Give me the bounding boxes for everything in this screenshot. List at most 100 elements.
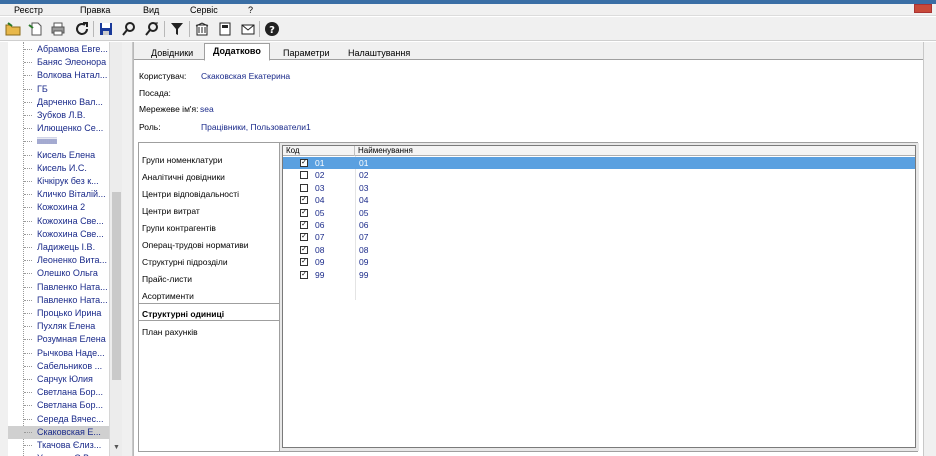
user-list-item[interactable]: Светлана Бор...	[8, 399, 109, 412]
user-list-item[interactable]: Середа Вячес...	[8, 413, 109, 426]
user-list-item[interactable]: Унтилов С.В.	[8, 452, 109, 456]
units-grid: Код Найменування ✓ 01 01 02 02 03 03 ✓ 04 04 ✓ 05 05…	[282, 145, 916, 448]
menu-help[interactable]: ?	[248, 5, 253, 15]
tree-connector	[24, 49, 32, 50]
document-icon[interactable]	[216, 20, 234, 38]
menu-edit[interactable]: Правка	[80, 5, 110, 15]
user-list-item[interactable]: Павленко Ната...	[8, 281, 109, 294]
user-list-item[interactable]: Сабельников ...	[8, 360, 109, 373]
category-item[interactable]: Групи номенклатури	[142, 155, 222, 165]
column-header-code[interactable]: Код	[283, 146, 355, 156]
user-list-item[interactable]: Олешко Ольга	[8, 267, 109, 280]
user-list-item[interactable]: Ткачова Єлиз...	[8, 439, 109, 452]
tree-connector	[24, 101, 32, 103]
row-checkbox[interactable]	[300, 171, 308, 180]
user-name: Кисель И.С.	[37, 162, 87, 173]
user-list-item[interactable]: Светлана Бор...	[8, 386, 109, 399]
tab-settings[interactable]: Налаштування	[339, 45, 419, 60]
user-list-item[interactable]: Дарченко Вал...	[8, 96, 109, 109]
user-list-item[interactable]: Сарчук Юлия	[8, 373, 109, 386]
user-list-item[interactable]: Илющенко Се...	[8, 122, 109, 135]
user-list-item[interactable]: Процько Ирина	[8, 307, 109, 320]
user-name: Волкова Натал...	[37, 70, 108, 81]
row-checkbox[interactable]: ✓	[300, 258, 308, 267]
grid-row[interactable]: ✓ 08 08	[283, 244, 915, 256]
user-list-item[interactable]: Леоненко Вита...	[8, 254, 109, 267]
grid-row[interactable]: ✓ 05 05	[283, 207, 915, 219]
user-list-item[interactable]: Абрамова Евге...	[8, 43, 109, 56]
grid-row[interactable]: ✓ 09 09	[283, 256, 915, 268]
tab-additional[interactable]: Додатково	[204, 43, 270, 61]
menu-registry[interactable]: Реєстр	[14, 5, 43, 15]
user-list-item[interactable]: Баняс Элеонора	[8, 56, 109, 69]
grid-row[interactable]: ✓ 06 06	[283, 219, 915, 231]
user-list-item[interactable]: Кличко Віталій...	[8, 188, 109, 201]
user-name: Розумная Елена	[37, 334, 106, 345]
save-icon[interactable]	[97, 20, 115, 38]
help-icon[interactable]: ?	[263, 20, 281, 38]
filter-icon[interactable]	[168, 20, 186, 38]
user-list-item[interactable]: Кожохина 2	[8, 201, 109, 214]
search-icon[interactable]	[120, 20, 138, 38]
close-window-button[interactable]	[914, 4, 932, 13]
user-name: Сабельников ...	[37, 360, 103, 371]
category-item[interactable]: Асортименти	[142, 291, 194, 301]
row-checkbox[interactable]: ✓	[300, 208, 308, 217]
tree-connector	[24, 392, 32, 394]
row-checkbox[interactable]	[300, 183, 308, 192]
category-item[interactable]: Операц-трудові нормативи	[142, 240, 248, 250]
print-icon[interactable]	[49, 20, 67, 38]
tab-directories[interactable]: Довідники	[142, 45, 202, 60]
row-checkbox[interactable]: ✓	[300, 196, 308, 205]
building-icon[interactable]	[193, 20, 211, 38]
column-header-name[interactable]: Найменування	[355, 146, 915, 156]
user-list-item[interactable]: Кічкірук без к...	[8, 175, 109, 188]
user-list-item[interactable]: Розумная Елена	[8, 333, 109, 346]
row-checkbox[interactable]: ✓	[300, 270, 308, 279]
category-item[interactable]: Центри витрат	[142, 206, 200, 216]
grid-row[interactable]: ✓ 99 99	[283, 269, 915, 281]
row-checkbox[interactable]: ✓	[300, 221, 308, 229]
user-list-item[interactable]: Павленко Ната...	[8, 294, 109, 307]
grid-row[interactable]: 03 03	[283, 182, 915, 194]
user-name: Илющенко Се...	[37, 123, 104, 134]
grid-row[interactable]: ✓ 07 07	[283, 231, 915, 243]
user-list-item[interactable]: Ладижець І.В.	[8, 241, 109, 254]
row-checkbox[interactable]: ✓	[300, 159, 308, 167]
user-list-item[interactable]: Кожохина Све...	[8, 215, 109, 228]
user-list-scrollbar[interactable]: ▼	[109, 42, 122, 456]
tab-parameters[interactable]: Параметри	[274, 45, 339, 60]
category-item[interactable]: Структурні підрозділи	[142, 257, 228, 267]
row-checkbox[interactable]: ✓	[300, 245, 308, 254]
grid-row[interactable]: ✓ 04 04	[283, 194, 915, 206]
category-item[interactable]: Структурні одиниці	[142, 309, 224, 319]
search-next-icon[interactable]	[143, 20, 161, 38]
category-item[interactable]: Прайс-листи	[142, 274, 192, 284]
user-list-item[interactable]: ГБ	[8, 83, 109, 96]
user-list-item[interactable]: Зубков Л.В.	[8, 109, 109, 122]
grid-row[interactable]: ✓ 01 01	[283, 157, 915, 169]
user-list-item[interactable]: Скаковская Е...	[8, 425, 109, 439]
category-item[interactable]: Центри відповідальності	[142, 189, 239, 199]
user-list-item[interactable]: Рычкова Наде...	[8, 347, 109, 360]
user-list-item[interactable]: Кисель И.С.	[8, 162, 109, 175]
new-document-icon[interactable]	[27, 20, 45, 38]
mail-icon[interactable]	[239, 20, 257, 38]
toolbar-separator	[189, 21, 190, 37]
open-folder-icon[interactable]	[4, 20, 22, 38]
menu-service[interactable]: Сервіс	[190, 5, 218, 15]
user-list-item[interactable]: Волкова Натал...	[8, 69, 109, 82]
user-list-item[interactable]: iiiiiiiiii	[8, 135, 109, 148]
user-list-item[interactable]: Кисель Елена	[8, 149, 109, 162]
menu-view[interactable]: Вид	[143, 5, 159, 15]
scrollbar-thumb[interactable]	[112, 192, 121, 380]
user-list-item[interactable]: Кожохина Све...	[8, 228, 109, 241]
user-list-item[interactable]: Пухляк Елена	[8, 320, 109, 333]
grid-row[interactable]: 02 02	[283, 169, 915, 181]
category-item[interactable]: Аналітичні довідники	[142, 172, 225, 182]
category-item[interactable]: Групи контрагентів	[142, 223, 216, 233]
scroll-down-icon[interactable]: ▼	[110, 444, 123, 454]
refresh-icon[interactable]	[73, 20, 91, 38]
category-item[interactable]: План рахунків	[142, 327, 198, 337]
row-checkbox[interactable]: ✓	[300, 233, 308, 242]
